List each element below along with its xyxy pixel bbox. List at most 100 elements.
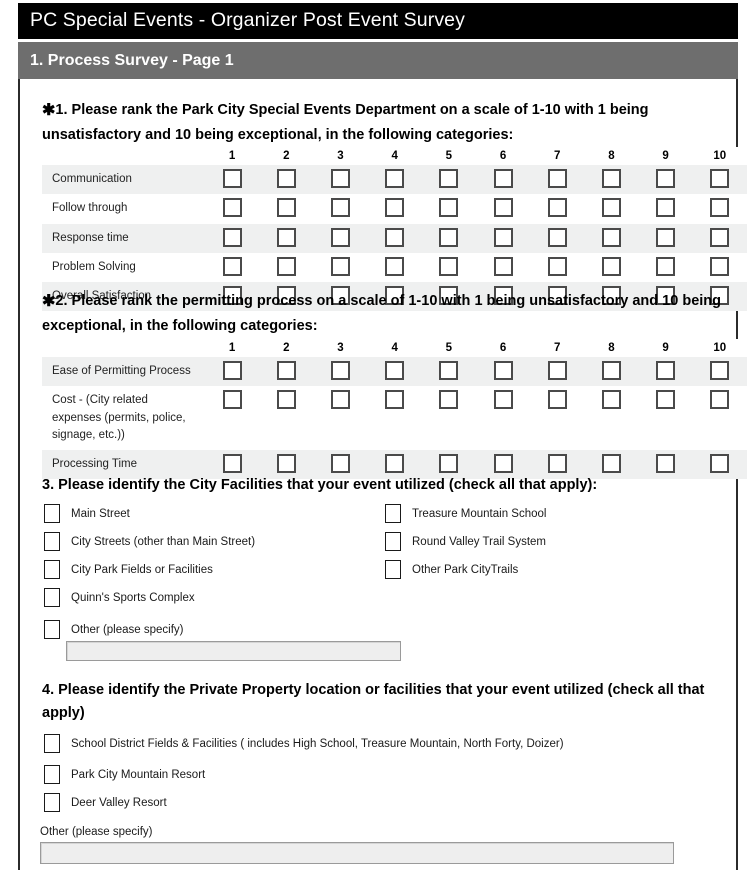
matrix-cell[interactable]: [692, 252, 747, 282]
rating-checkbox[interactable]: [222, 454, 242, 473]
matrix-cell[interactable]: [475, 357, 531, 387]
matrix-cell[interactable]: [475, 194, 531, 224]
matrix-cell[interactable]: [259, 223, 314, 253]
rating-checkbox[interactable]: [710, 390, 730, 410]
checkbox-icon[interactable]: [44, 765, 60, 784]
q3-option-quinns-sports-complex[interactable]: Quinn's Sports Complex: [44, 588, 195, 607]
rating-checkbox[interactable]: [601, 390, 621, 410]
matrix-cell[interactable]: [638, 386, 693, 450]
rating-checkbox[interactable]: [276, 227, 296, 247]
rating-checkbox[interactable]: [601, 256, 621, 276]
rating-checkbox[interactable]: [656, 169, 676, 188]
rating-checkbox[interactable]: [601, 169, 621, 188]
matrix-cell[interactable]: [421, 386, 476, 450]
checkbox-icon[interactable]: [44, 532, 60, 551]
rating-checkbox[interactable]: [656, 198, 676, 218]
rating-checkbox[interactable]: [385, 256, 405, 276]
matrix-cell[interactable]: [205, 194, 260, 224]
matrix-cell[interactable]: [638, 223, 693, 253]
checkbox-icon[interactable]: [44, 560, 60, 579]
matrix-cell[interactable]: [367, 194, 422, 224]
rating-checkbox[interactable]: [330, 198, 350, 218]
rating-checkbox[interactable]: [710, 227, 730, 247]
matrix-cell[interactable]: [584, 165, 639, 195]
checkbox-icon[interactable]: [44, 588, 60, 607]
rating-checkbox[interactable]: [601, 361, 621, 380]
matrix-cell[interactable]: [584, 194, 639, 224]
matrix-cell[interactable]: [259, 252, 314, 282]
matrix-cell[interactable]: [313, 223, 368, 253]
matrix-cell[interactable]: [638, 357, 693, 387]
matrix-cell[interactable]: [367, 252, 422, 282]
rating-checkbox[interactable]: [222, 361, 242, 380]
checkbox-icon[interactable]: [44, 504, 60, 523]
rating-checkbox[interactable]: [385, 169, 405, 188]
matrix-cell[interactable]: [638, 165, 693, 195]
rating-checkbox[interactable]: [439, 227, 459, 247]
rating-checkbox[interactable]: [493, 256, 513, 276]
rating-checkbox[interactable]: [493, 169, 513, 188]
matrix-cell[interactable]: [205, 223, 260, 253]
rating-checkbox[interactable]: [385, 227, 405, 247]
rating-checkbox[interactable]: [547, 256, 567, 276]
rating-checkbox[interactable]: [710, 454, 730, 473]
rating-checkbox[interactable]: [330, 256, 350, 276]
matrix-cell[interactable]: [692, 194, 747, 224]
matrix-cell[interactable]: [367, 165, 422, 195]
rating-checkbox[interactable]: [330, 390, 350, 410]
rating-checkbox[interactable]: [439, 256, 459, 276]
matrix-cell[interactable]: [475, 165, 531, 195]
checkbox-icon[interactable]: [44, 620, 60, 639]
matrix-cell[interactable]: [205, 165, 260, 195]
matrix-cell[interactable]: [367, 223, 422, 253]
rating-checkbox[interactable]: [547, 198, 567, 218]
rating-checkbox[interactable]: [547, 454, 567, 473]
q3-option-city-park-fields[interactable]: City Park Fields or Facilities: [44, 560, 213, 579]
q4-option-deer-valley-resort[interactable]: Deer Valley Resort: [44, 793, 167, 812]
matrix-cell[interactable]: [205, 357, 260, 387]
rating-checkbox[interactable]: [601, 198, 621, 218]
rating-checkbox[interactable]: [276, 198, 296, 218]
matrix-cell[interactable]: [530, 252, 585, 282]
matrix-cell[interactable]: [421, 252, 476, 282]
matrix-cell[interactable]: [205, 252, 260, 282]
matrix-cell[interactable]: [205, 386, 260, 450]
matrix-cell[interactable]: [421, 223, 476, 253]
rating-checkbox[interactable]: [439, 390, 459, 410]
matrix-cell[interactable]: [530, 357, 585, 387]
matrix-cell[interactable]: [367, 386, 422, 450]
checkbox-icon[interactable]: [385, 560, 401, 579]
matrix-cell[interactable]: [638, 194, 693, 224]
rating-checkbox[interactable]: [330, 227, 350, 247]
matrix-cell[interactable]: [421, 165, 476, 195]
matrix-cell[interactable]: [692, 386, 747, 450]
rating-checkbox[interactable]: [439, 454, 459, 473]
matrix-cell[interactable]: [313, 386, 368, 450]
matrix-cell[interactable]: [475, 386, 531, 450]
rating-checkbox[interactable]: [710, 361, 730, 380]
rating-checkbox[interactable]: [656, 227, 676, 247]
q3-option-other-park-city-trails[interactable]: Other Park CityTrails: [385, 560, 518, 579]
rating-checkbox[interactable]: [493, 227, 513, 247]
rating-checkbox[interactable]: [547, 390, 567, 410]
q4-other-input[interactable]: [40, 842, 674, 864]
rating-checkbox[interactable]: [222, 390, 242, 410]
matrix-cell[interactable]: [530, 194, 585, 224]
rating-checkbox[interactable]: [385, 454, 405, 473]
rating-checkbox[interactable]: [222, 227, 242, 247]
matrix-cell[interactable]: [584, 252, 639, 282]
rating-checkbox[interactable]: [276, 361, 296, 380]
rating-checkbox[interactable]: [276, 169, 296, 188]
rating-checkbox[interactable]: [601, 227, 621, 247]
matrix-cell[interactable]: [259, 357, 314, 387]
rating-checkbox[interactable]: [276, 454, 296, 473]
q3-other-input[interactable]: [66, 641, 401, 661]
matrix-cell[interactable]: [692, 165, 747, 195]
rating-checkbox[interactable]: [385, 390, 405, 410]
rating-checkbox[interactable]: [385, 361, 405, 380]
rating-checkbox[interactable]: [493, 361, 513, 380]
matrix-cell[interactable]: [313, 357, 368, 387]
rating-checkbox[interactable]: [493, 454, 513, 473]
rating-checkbox[interactable]: [710, 169, 730, 188]
rating-checkbox[interactable]: [276, 256, 296, 276]
